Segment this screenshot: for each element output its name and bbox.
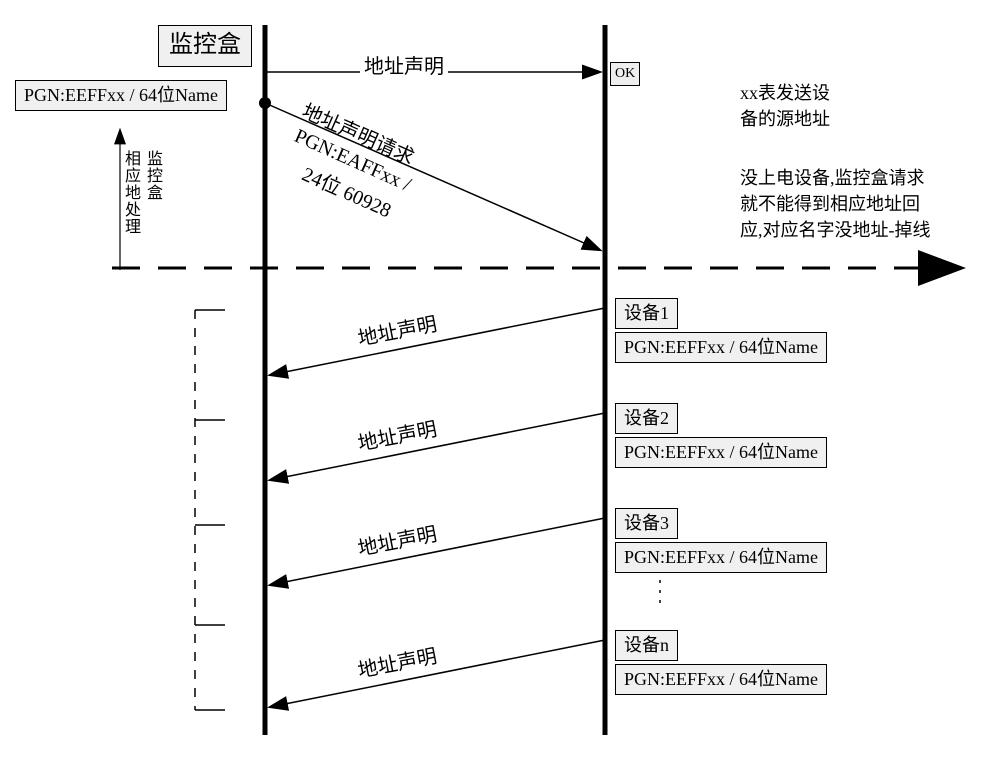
device3-pgn: PGN:EEFFxx / 64位Name [615,542,827,573]
side-note-2-line3: 应,对应名字没地址-掉线 [740,217,931,244]
ok-label: OK [610,62,640,86]
device1-title: 设备1 [615,298,678,329]
devicen-title: 设备n [615,630,678,661]
device3-title: 设备3 [615,508,678,539]
vlabel-line1: 监控盒 [140,150,164,201]
device2-pgn: PGN:EEFFxx / 64位Name [615,437,827,468]
side-note-2-line2: 就不能得到相应地址回 [740,191,920,218]
monitor-pgn: PGN:EEFFxx / 64位Name [15,80,227,111]
sequence-diagram-svg [0,0,1000,758]
devicen-pgn: PGN:EEFFxx / 64位Name [615,664,827,695]
monitor-box: 监控盒 [158,25,252,67]
side-note-1-line2: 备的源地址 [740,106,830,133]
device2-title: 设备2 [615,403,678,434]
side-note-2-line1: 没上电设备,监控盒请求 [740,165,925,192]
device1-pgn: PGN:EEFFxx / 64位Name [615,332,827,363]
arrow1-label: 地址声明 [360,50,448,79]
side-note-1-line1: xx表发送设 [740,80,830,107]
vlabel-line2: 相应地处理 [118,150,142,235]
